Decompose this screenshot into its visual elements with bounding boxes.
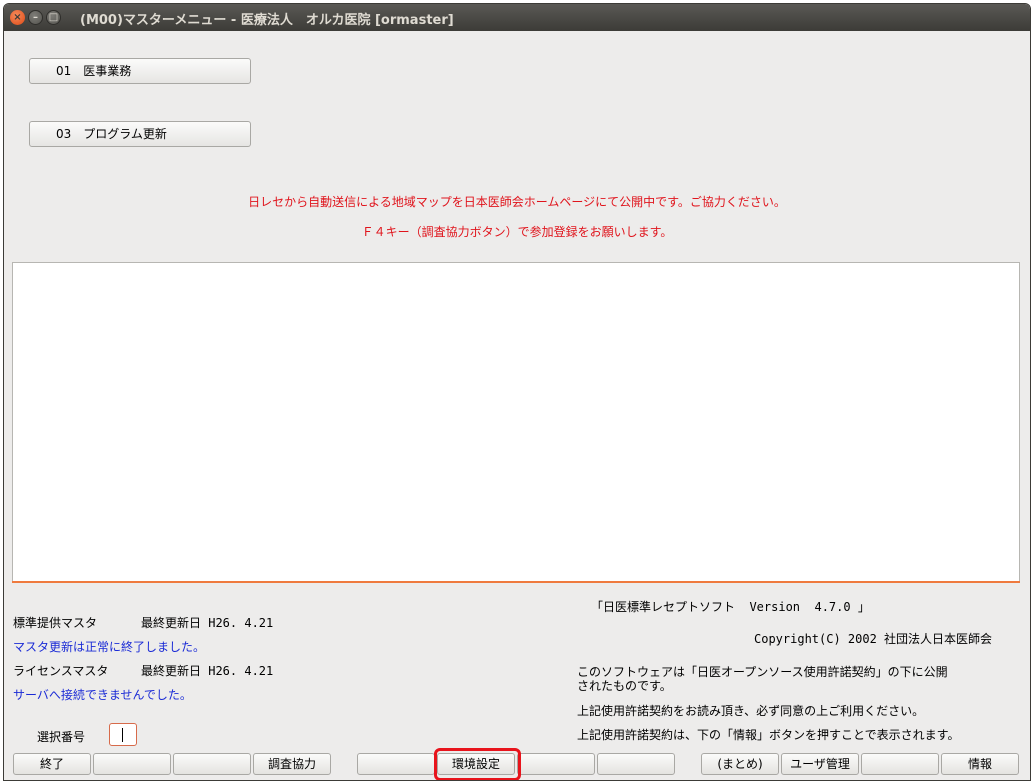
- f11-button[interactable]: [861, 753, 939, 775]
- app-window: × – □ (M00)マスターメニュー - 医療法人 オルカ医院 [ormast…: [3, 3, 1031, 781]
- selection-number-input[interactable]: [109, 723, 137, 746]
- menu-button-03[interactable]: 03 プログラム更新: [29, 121, 251, 147]
- text-caret: [122, 728, 123, 742]
- license-line-2: されたものです。: [577, 679, 672, 693]
- master1-label: 標準提供マスタ: [13, 616, 98, 630]
- master2-message: サーバへ接続できませんでした。: [13, 688, 192, 702]
- close-icon[interactable]: ×: [10, 10, 25, 25]
- window-controls: × – □: [10, 10, 61, 25]
- f2-button[interactable]: [93, 753, 171, 775]
- title-bar[interactable]: × – □ (M00)マスターメニュー - 医療法人 オルカ医院 [ormast…: [4, 4, 1030, 31]
- license-line-3: 上記使用許諾契約をお読み頂き、必ず同意の上ご利用ください。: [577, 704, 925, 718]
- notice-line-1: 日レセから自動送信による地域マップを日本医師会ホームページにて公開中です。ご協力…: [248, 195, 786, 209]
- divider: [12, 581, 1020, 583]
- master1-message: マスタ更新は正常に終了しました。: [13, 640, 206, 654]
- license-line-4: 上記使用許諾契約は、下の「情報」ボタンを押すことで表示されます。: [577, 728, 960, 742]
- highlight-annotation: [434, 748, 521, 780]
- master2-label: ライセンスマスタ: [13, 664, 109, 678]
- version-text: 「日医標準レセプトソフト Version 4.7.0 」: [591, 600, 870, 614]
- f4-survey-button[interactable]: 調査協力: [253, 753, 331, 775]
- copyright-text: Copyright(C) 2002 社団法人日本医師会: [754, 632, 993, 646]
- f9-summary-button[interactable]: (まとめ): [701, 753, 779, 775]
- minimize-icon[interactable]: –: [28, 10, 43, 25]
- notice-line-2: Ｆ４キー（調査協力ボタン）で参加登録をお願いします。: [361, 225, 673, 239]
- f12-info-button[interactable]: 情報: [941, 753, 1019, 775]
- master2-date: 最終更新日 H26. 4.21: [141, 664, 274, 678]
- f8-button[interactable]: [597, 753, 675, 775]
- selection-label: 選択番号: [37, 730, 86, 744]
- maximize-icon[interactable]: □: [46, 10, 61, 25]
- f10-user-admin-button[interactable]: ユーザ管理: [781, 753, 859, 775]
- master1-date: 最終更新日 H26. 4.21: [141, 616, 274, 630]
- f1-end-button[interactable]: 終了: [13, 753, 91, 775]
- f5-button[interactable]: [357, 753, 435, 775]
- f7-button[interactable]: [517, 753, 595, 775]
- window-title: (M00)マスターメニュー - 医療法人 オルカ医院 [ormaster]: [80, 13, 454, 28]
- menu-button-01[interactable]: 01 医事業務: [29, 58, 251, 84]
- content-area: [12, 262, 1020, 582]
- f3-button[interactable]: [173, 753, 251, 775]
